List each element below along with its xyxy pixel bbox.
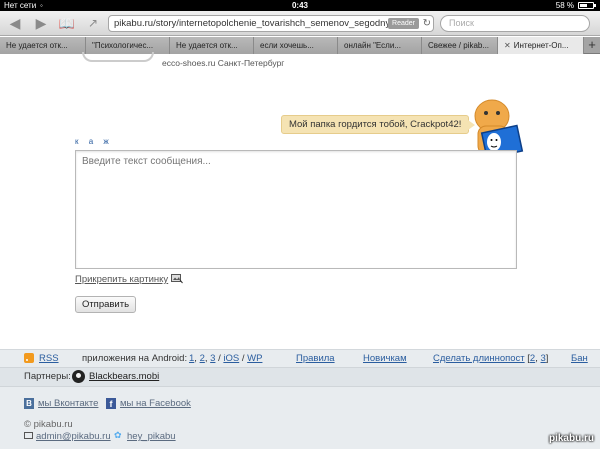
message-textarea[interactable] <box>75 150 517 269</box>
vk-link[interactable]: мы Вконтакте <box>38 398 98 409</box>
attach-image-icon[interactable] <box>171 274 183 284</box>
longpost-link-2[interactable]: 2 <box>530 353 535 364</box>
ad-shop-info: ecco-shoes.ru Санкт-Петербург <box>162 58 285 68</box>
ad-logo-fragment <box>82 52 154 62</box>
tab-6[interactable]: Свежее / pikab... <box>422 37 498 54</box>
tab-label: Интернет-Оп... <box>513 41 569 50</box>
url-field[interactable]: pikabu.ru/story/internetopolchenie_tovar… <box>108 15 434 32</box>
tab-label: онлайн "Если... <box>344 41 401 50</box>
wp-link[interactable]: WP <box>247 353 262 364</box>
tab-label: "Психологичес... <box>92 41 154 50</box>
tab-3[interactable]: Не удается отк... <box>170 37 254 54</box>
email-link[interactable]: admin@pikabu.ru <box>36 431 111 442</box>
search-placeholder: Поиск <box>449 18 474 28</box>
facebook-link[interactable]: мы на Facebook <box>120 398 191 409</box>
forward-icon[interactable]: ▶ <box>32 15 50 32</box>
android-link-2[interactable]: 2 <box>200 353 205 364</box>
rules-link[interactable]: Правила <box>296 353 335 364</box>
vk-icon[interactable]: B <box>24 398 34 409</box>
longpost-link-3[interactable]: 3 <box>541 353 546 364</box>
tab-4[interactable]: если хочешь... <box>254 37 338 54</box>
android-links: 1, 2, 3 / iOS / WP <box>189 353 263 364</box>
send-button[interactable]: Отправить <box>75 296 136 313</box>
back-icon[interactable]: ◀ <box>6 15 24 32</box>
tab-label: Свежее / pikab... <box>428 41 490 50</box>
close-tab-icon[interactable]: ✕ <box>504 41 511 50</box>
bookmarks-icon[interactable]: 📖 <box>58 15 76 32</box>
tab-label: если хочешь... <box>260 41 314 50</box>
url-text: pikabu.ru/story/internetopolchenie_tovar… <box>114 18 406 29</box>
share-icon[interactable]: ↗ <box>84 15 102 32</box>
apps-label: приложения на Android: <box>82 353 188 364</box>
twitter-link[interactable]: hey_pikabu <box>127 431 176 442</box>
clock: 0:43 <box>291 1 308 10</box>
blackbears-icon[interactable] <box>72 370 85 383</box>
browser-toolbar: ◀ ▶ 📖 ↗ pikabu.ru/story/internetopolchen… <box>0 11 600 36</box>
italic-link[interactable]: а <box>89 137 97 146</box>
longpost-link[interactable]: Сделать длиннопост <box>433 353 525 364</box>
newbies-link[interactable]: Новичкам <box>363 353 407 364</box>
copyright: © pikabu.ru <box>24 419 73 430</box>
add-tab-icon[interactable]: + <box>584 37 600 54</box>
ban-link[interactable]: Бан <box>571 353 588 364</box>
rss-link[interactable]: RSS <box>39 353 59 364</box>
rss-icon[interactable] <box>24 353 34 363</box>
tab-5[interactable]: онлайн "Если... <box>338 37 422 54</box>
tab-label: Не удается отк... <box>6 41 68 50</box>
format-links: к а ж <box>75 137 113 146</box>
tab-label: Не удается отк... <box>176 41 238 50</box>
attach-image-link[interactable]: Прикрепить картинку <box>75 274 168 285</box>
longpost-group: Сделать длиннопост [2, 3] <box>433 353 549 364</box>
search-field[interactable]: Поиск <box>440 15 590 32</box>
watermark: pikabu.ru <box>548 433 594 444</box>
reload-icon[interactable]: ↻ <box>423 16 431 31</box>
battery-icon <box>578 2 596 9</box>
facebook-icon[interactable]: f <box>106 398 116 409</box>
status-bar: Нет сети ◦ 0:43 58 % <box>0 0 600 11</box>
partner-link[interactable]: Blackbears.mobi <box>89 371 159 382</box>
tab-1[interactable]: Не удается отк... <box>0 37 86 54</box>
mail-icon <box>24 432 33 439</box>
mascot-speech-bubble: Мой папка гордится тобой, Crackpot42! <box>281 115 476 134</box>
battery-percent: 58 % <box>555 1 574 10</box>
twitter-icon[interactable]: ✿ <box>114 431 125 440</box>
strike-link[interactable]: ж <box>103 137 112 146</box>
reader-button[interactable]: Reader <box>388 18 419 29</box>
android-link-3[interactable]: 3 <box>210 353 215 364</box>
android-link-1[interactable]: 1 <box>189 353 194 364</box>
tab-7-active[interactable]: ✕ Интернет-Оп... <box>498 37 584 54</box>
battery-level-fill <box>580 4 587 7</box>
bold-link[interactable]: к <box>75 137 83 146</box>
partners-label: Партнеры: <box>24 371 71 382</box>
ios-link[interactable]: iOS <box>223 353 239 364</box>
